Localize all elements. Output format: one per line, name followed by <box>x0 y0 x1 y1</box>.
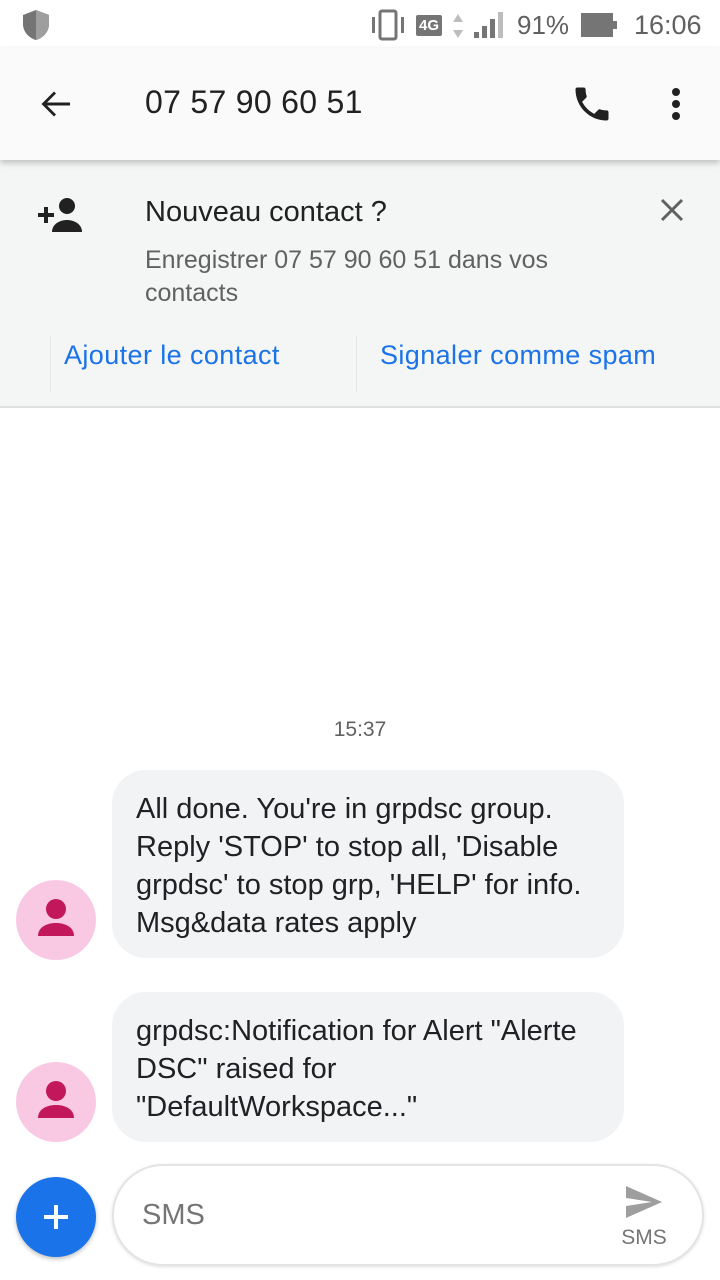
message-bubble[interactable]: All done. You're in grpdsc group. Reply … <box>112 770 624 958</box>
status-bar: 4G 91% 16:06 <box>0 0 720 48</box>
send-icon <box>626 1186 662 1218</box>
message-bubble[interactable]: grpdsc:Notification for Alert "Alerte DS… <box>112 992 624 1142</box>
divider <box>50 336 51 392</box>
new-contact-banner: Nouveau contact ? Enregistrer 07 57 90 6… <box>0 160 720 408</box>
close-icon[interactable] <box>656 194 688 226</box>
avatar <box>16 880 96 960</box>
more-vert-icon[interactable] <box>660 82 692 126</box>
compose-bar: SMS <box>112 1164 704 1266</box>
signal-icon <box>474 12 503 38</box>
person-icon <box>38 1081 74 1118</box>
data-arrows-icon <box>453 14 463 38</box>
report-spam-button[interactable]: Signaler comme spam <box>380 340 656 371</box>
network-type: 4G <box>416 10 443 40</box>
add-person-icon <box>38 198 82 232</box>
message-row: All done. You're in grpdsc group. Reply … <box>0 770 720 960</box>
message-input[interactable] <box>142 1192 602 1238</box>
plus-icon <box>44 1205 68 1229</box>
battery-percent: 91% <box>517 10 570 40</box>
clock: 16:06 <box>634 10 702 40</box>
battery-icon <box>581 13 617 37</box>
back-arrow-icon[interactable] <box>36 84 76 124</box>
conversation-title: 07 57 90 60 51 <box>145 84 363 120</box>
message-timestamp: 15:37 <box>333 718 387 741</box>
message-row: grpdsc:Notification for Alert "Alerte DS… <box>0 992 720 1142</box>
phone-icon[interactable] <box>570 82 614 126</box>
send-button[interactable]: SMS <box>614 1184 674 1254</box>
banner-heading: Nouveau contact ? <box>145 196 387 228</box>
person-icon <box>38 899 74 936</box>
vibrate-icon <box>372 9 404 41</box>
add-contact-button[interactable]: Ajouter le contact <box>64 340 280 371</box>
app-bar: 07 57 90 60 51 <box>0 48 720 160</box>
network-badge: 4G <box>416 14 443 36</box>
banner-description: Enregistrer 07 57 90 60 51 dans vos cont… <box>145 246 549 307</box>
send-label: SMS <box>621 1226 667 1249</box>
shield-icon <box>23 10 49 40</box>
banner-actions: Ajouter le contact Signaler comme spam <box>0 336 720 396</box>
avatar <box>16 1062 96 1142</box>
divider <box>356 336 357 392</box>
add-attachment-button[interactable] <box>16 1177 96 1257</box>
